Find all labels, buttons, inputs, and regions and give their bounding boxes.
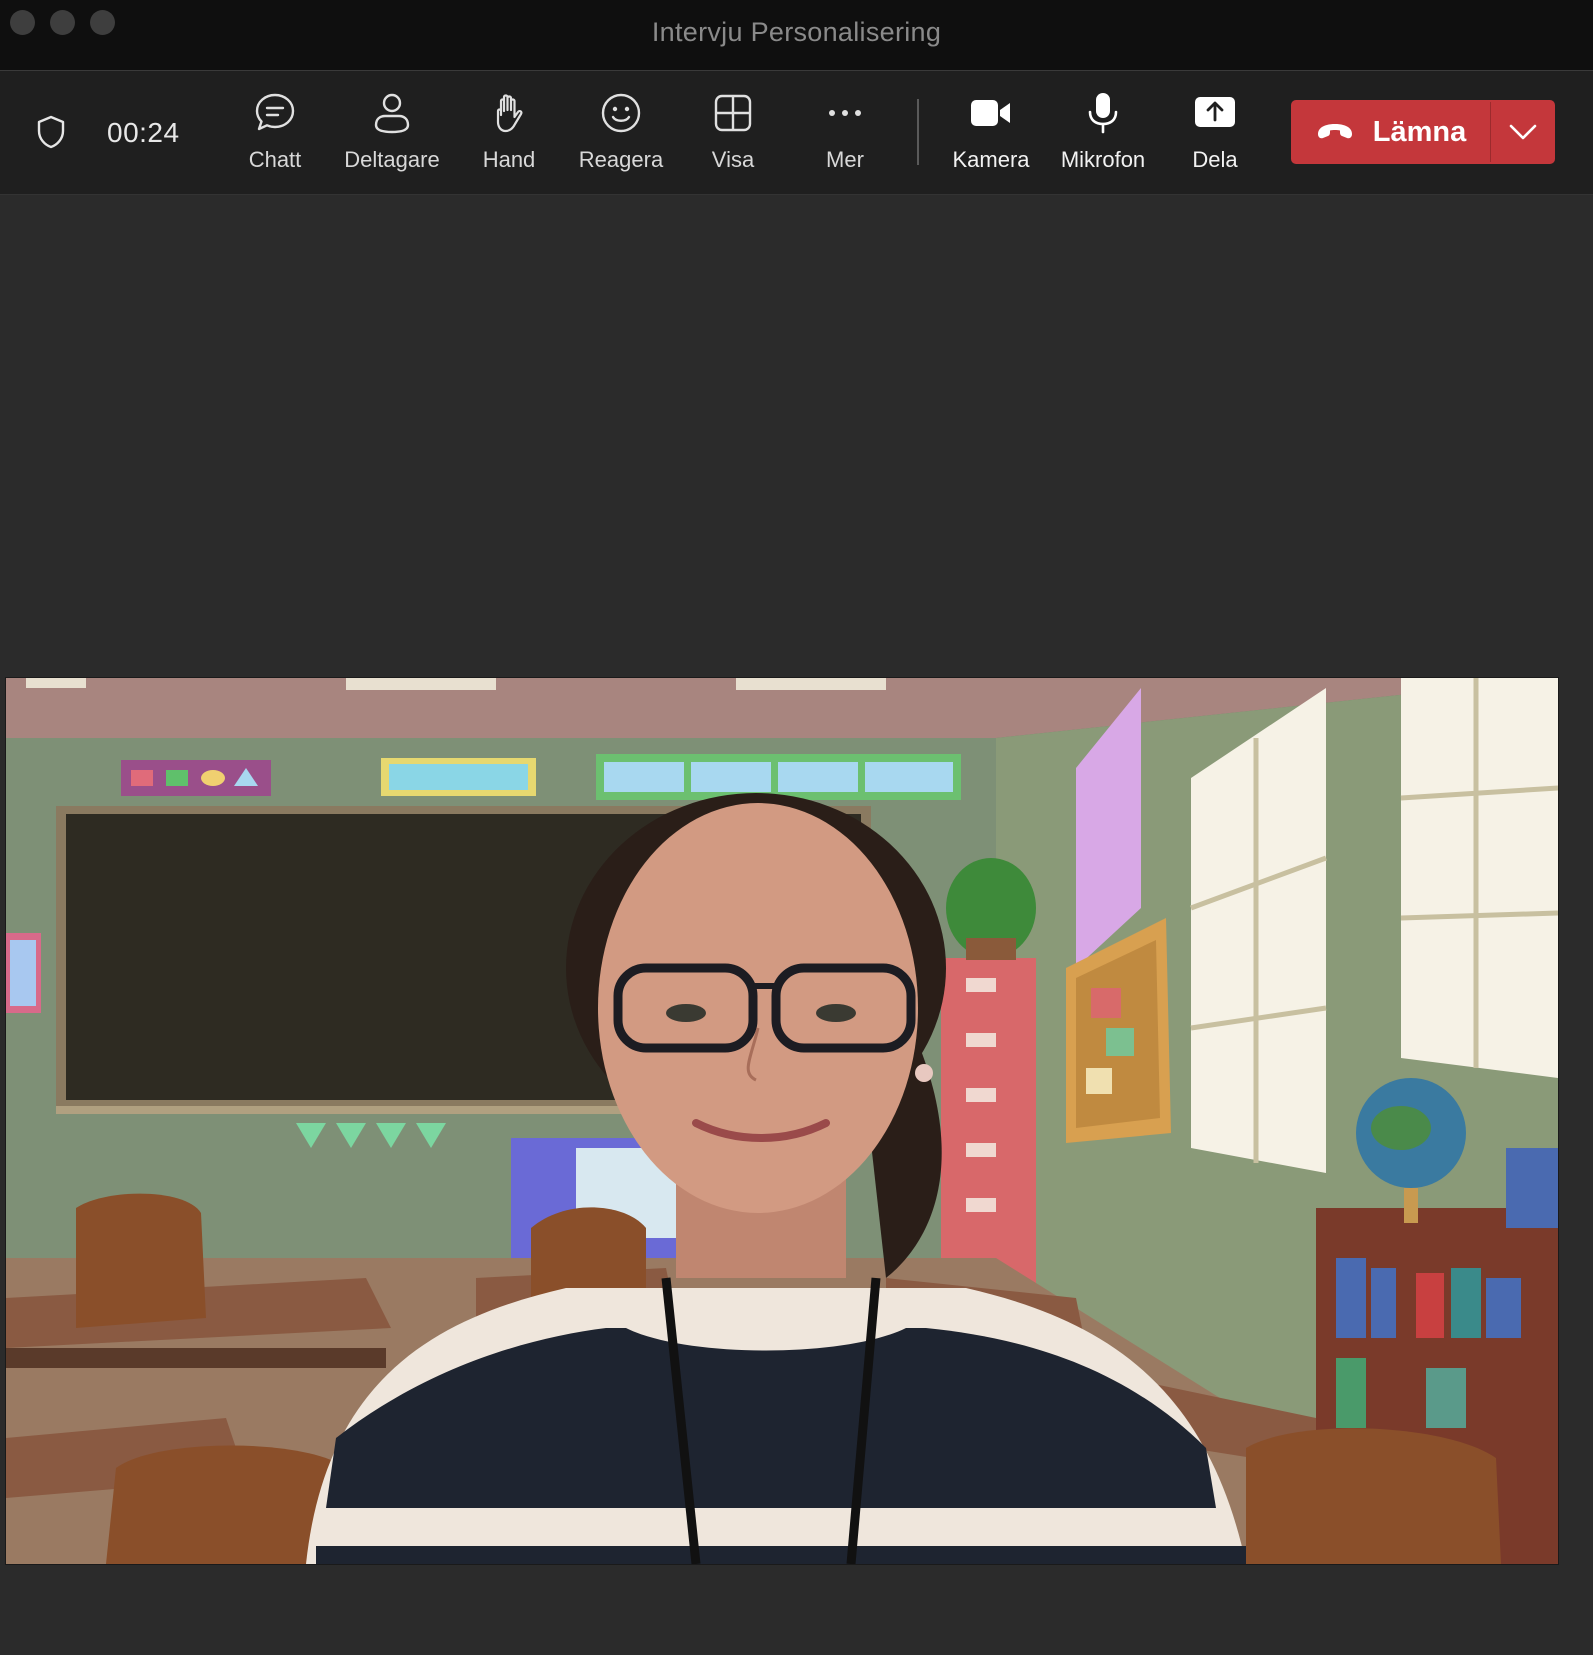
video-feed-image	[6, 678, 1558, 1564]
share-button[interactable]: Dela	[1159, 91, 1271, 181]
toolbar-divider	[917, 99, 919, 165]
meeting-toolbar: 00:24 Chatt Deltagare Hand Reagera Visa	[0, 71, 1593, 195]
leave-options-button[interactable]	[1491, 100, 1555, 164]
chat-button[interactable]: Chatt	[219, 91, 331, 181]
microphone-icon	[1081, 91, 1125, 135]
more-label: Mer	[826, 147, 864, 172]
raise-hand-button[interactable]: Hand	[453, 91, 565, 181]
chevron-down-icon	[1509, 124, 1537, 140]
view-label: Visa	[711, 147, 755, 172]
view-button[interactable]: Visa	[677, 91, 789, 181]
leave-button-group: Lämna	[1291, 100, 1555, 164]
phone-hangup-icon	[1317, 124, 1352, 139]
camera-label: Kamera	[952, 147, 1030, 172]
window-title: Intervju Personalisering	[651, 17, 942, 47]
leave-button[interactable]: Lämna	[1291, 100, 1490, 164]
chat-bubble-icon	[253, 91, 297, 135]
shield-icon[interactable]	[36, 115, 66, 149]
person-icon	[370, 91, 414, 135]
title-bar: Intervju Personalisering	[0, 0, 1593, 71]
chat-label: Chatt	[248, 147, 302, 172]
smiley-icon	[599, 91, 643, 135]
participants-button[interactable]: Deltagare	[336, 91, 448, 181]
video-camera-icon	[969, 91, 1013, 135]
meeting-stage	[0, 195, 1593, 1655]
microphone-label: Mikrofon	[1060, 147, 1146, 172]
raise-hand-icon	[487, 91, 531, 135]
share-screen-icon	[1193, 91, 1237, 135]
microphone-button[interactable]: Mikrofon	[1047, 91, 1159, 181]
camera-button[interactable]: Kamera	[935, 91, 1047, 181]
ellipsis-icon	[823, 91, 867, 135]
meeting-timer: 00:24	[107, 117, 180, 148]
participants-label: Deltagare	[344, 147, 440, 172]
grid-icon	[711, 91, 755, 135]
more-button[interactable]: Mer	[789, 91, 901, 181]
hand-label: Hand	[482, 147, 536, 172]
react-button[interactable]: Reagera	[565, 91, 677, 181]
leave-label: Lämna	[1372, 115, 1467, 148]
react-label: Reagera	[578, 147, 664, 172]
share-label: Dela	[1192, 147, 1238, 172]
participant-video	[5, 677, 1559, 1565]
